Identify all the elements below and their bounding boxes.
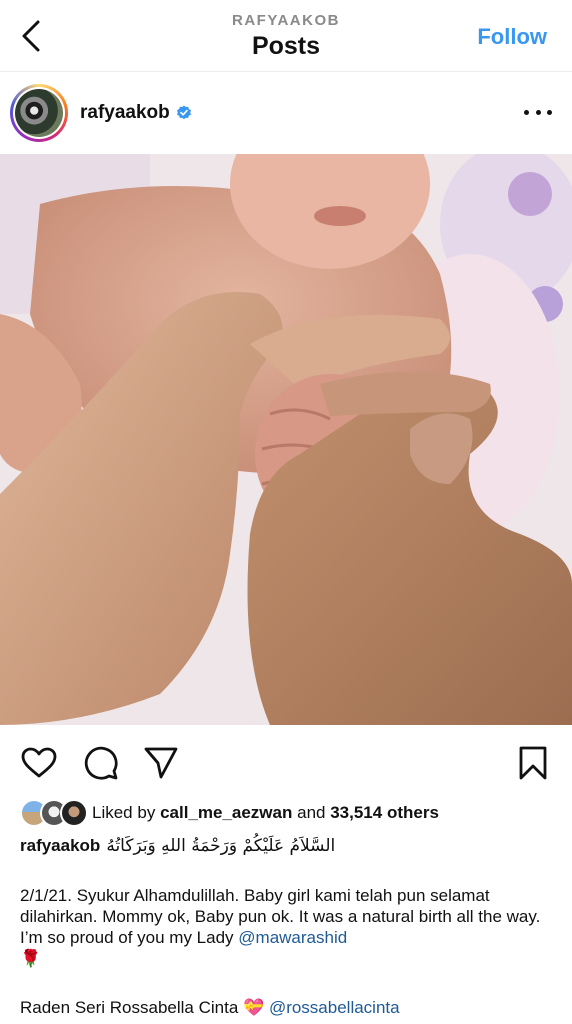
- caption-name: Raden Seri Rossabella Cinta: [20, 998, 239, 1017]
- comment-icon: [84, 746, 118, 780]
- post-actions-bar: [0, 738, 572, 788]
- bookmark-icon: [519, 746, 547, 780]
- heart-gift-emoji: 💝: [243, 998, 265, 1017]
- save-button[interactable]: [514, 744, 552, 782]
- mention-link[interactable]: @rossabellacinta: [269, 998, 400, 1017]
- avatar[interactable]: [10, 84, 68, 142]
- back-button[interactable]: [16, 18, 46, 54]
- top-navigation-bar: RAFYAAKOB Posts Follow: [0, 0, 572, 72]
- post-header: rafyaakob: [0, 80, 572, 146]
- share-button[interactable]: [142, 744, 180, 782]
- more-options-button[interactable]: [524, 102, 552, 122]
- comment-button[interactable]: [82, 744, 120, 782]
- caption-body: 2/1/21. Syukur Alhamdulillah. Baby girl …: [20, 885, 555, 969]
- like-button[interactable]: [20, 744, 58, 782]
- heart-icon: [21, 747, 57, 778]
- mention-link[interactable]: @mawarashid: [238, 928, 347, 947]
- caption-author[interactable]: rafyaakob: [20, 836, 100, 855]
- likes-prefix: Liked by: [92, 803, 156, 822]
- likes-count[interactable]: 33,514 others: [330, 803, 439, 822]
- send-icon: [144, 747, 178, 779]
- likes-and: and: [297, 803, 326, 822]
- newborn-hands-photo: [0, 154, 572, 725]
- chevron-left-icon: [22, 20, 40, 52]
- follow-button[interactable]: Follow: [477, 24, 547, 50]
- rose-emoji: 🌹: [20, 949, 42, 968]
- avatar[interactable]: [60, 799, 88, 827]
- verified-badge-icon: [177, 105, 191, 120]
- likes-summary: Liked by call_me_aezwan and 33,514 other…: [20, 798, 439, 828]
- more-horizontal-icon: [524, 109, 529, 115]
- post-image[interactable]: [0, 154, 572, 725]
- caption-footer: Raden Seri Rossabella Cinta 💝 @rossabell…: [20, 998, 400, 1018]
- caption-header: rafyaakob السَّلاَمُ عَلَيْكُمْ وَرَحْمَة…: [20, 836, 335, 856]
- post-author-name[interactable]: rafyaakob: [80, 102, 170, 124]
- liker-username[interactable]: call_me_aezwan: [160, 803, 292, 822]
- caption-greeting: السَّلاَمُ عَلَيْكُمْ وَرَحْمَةُ اللهِ و…: [106, 836, 336, 856]
- liker-avatars: [20, 799, 92, 827]
- likes-text: Liked by call_me_aezwan and 33,514 other…: [92, 803, 439, 823]
